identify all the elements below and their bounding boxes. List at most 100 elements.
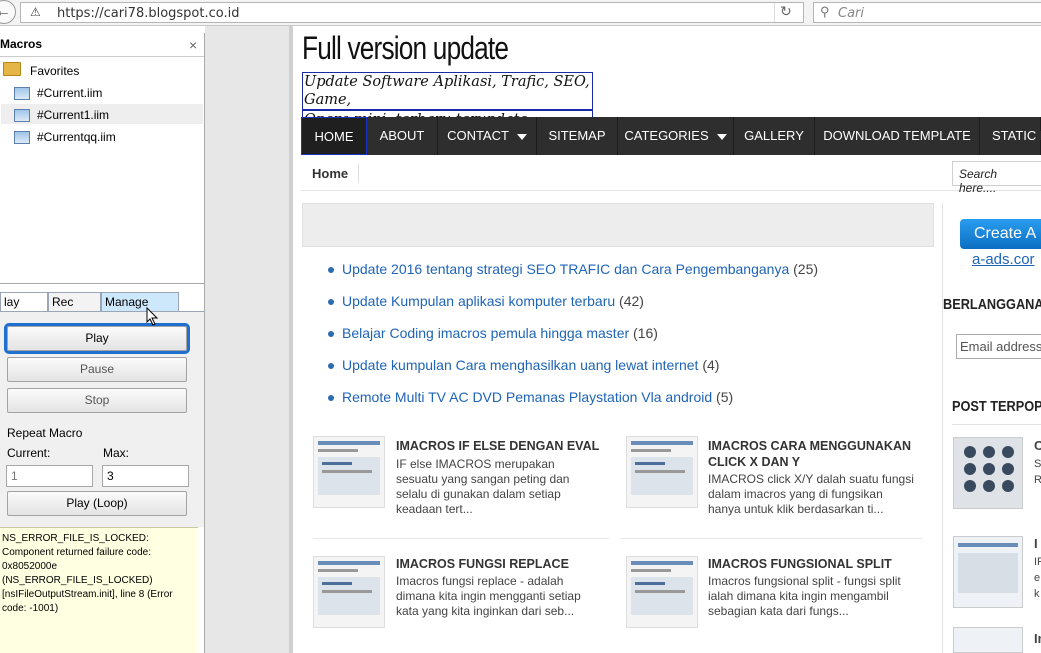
warning-lock-icon[interactable]: ⚠ — [30, 5, 41, 19]
label-count: (42) — [619, 293, 644, 309]
label-link-text[interactable]: Update 2016 tentang strategi SEO TRAFIC … — [342, 261, 789, 277]
nav-categories[interactable]: CATEGORIES — [618, 117, 734, 155]
search-icon: ⚲ — [820, 4, 830, 19]
url-text[interactable]: https://cari78.blogspot.co.id — [57, 6, 240, 21]
bullet-icon — [328, 395, 334, 401]
stop-button[interactable]: Stop — [7, 388, 187, 413]
tree-item-current[interactable]: #Current.iim — [37, 86, 102, 100]
tree-item-currentqq[interactable]: #Currentqq.iim — [37, 130, 116, 144]
nav-sitemap[interactable]: SITEMAP — [537, 117, 618, 155]
url-divider — [774, 3, 775, 22]
blog-description-line: Update Software Aplikasi, Trafic, SEO, G… — [302, 72, 593, 110]
column-divider — [942, 203, 943, 653]
blog-title[interactable]: Full version update — [302, 30, 509, 67]
popular-post-thumbnail[interactable] — [953, 437, 1023, 509]
popular-post-snippet: R — [1034, 474, 1041, 486]
breadcrumb-bar — [301, 159, 1041, 191]
popular-post-snippet: k — [1034, 588, 1040, 600]
mouse-cursor-icon — [146, 307, 159, 326]
post-title[interactable]: IMACROS FUNGSIONAL SPLIT — [708, 556, 928, 572]
tab-rec[interactable]: Rec — [48, 292, 101, 311]
macro-file-icon — [14, 131, 30, 144]
label-link[interactable]: Update kumpulan Cara menghasilkan uang l… — [342, 357, 719, 373]
post-divider — [313, 538, 609, 539]
bullet-icon — [328, 267, 334, 273]
current-field[interactable]: 1 — [6, 465, 93, 487]
page-gutter — [205, 26, 289, 653]
post-thumbnail[interactable] — [313, 436, 385, 508]
label-link-text[interactable]: Remote Multi TV AC DVD Pemanas Playstati… — [342, 389, 712, 405]
pause-button[interactable]: Pause — [7, 357, 187, 382]
popular-post-snippet: IF — [1034, 556, 1041, 568]
subscribe-heading: BERLANGGANAN — [943, 296, 1041, 313]
post-thumbnail[interactable] — [626, 556, 698, 628]
label-link-text[interactable]: Update Kumpulan aplikasi komputer terbar… — [342, 293, 615, 309]
post-snippet: IF else IMACROS merupakan sesuatu yang s… — [396, 457, 570, 516]
popular-post-thumbnail[interactable] — [953, 536, 1023, 608]
max-label: Max: — [103, 446, 130, 460]
folder-icon — [3, 62, 21, 76]
post-title[interactable]: IMACROS IF ELSE DENGAN EVAL — [396, 438, 606, 454]
post-thumbnail[interactable] — [626, 436, 698, 508]
label-link[interactable]: Update Kumpulan aplikasi komputer terbar… — [342, 293, 644, 309]
play-loop-button[interactable]: Play (Loop) — [7, 491, 187, 516]
tree-item-favorites[interactable]: Favorites — [30, 64, 79, 78]
caret-down-icon — [716, 133, 727, 140]
nav-contact[interactable]: CONTACT — [438, 117, 537, 155]
email-field[interactable]: Email address — [956, 334, 1041, 359]
post-title[interactable]: IMACROS FUNGSI REPLACE — [396, 556, 606, 572]
bullet-icon — [328, 299, 334, 305]
popular-post-title[interactable]: C — [1034, 438, 1041, 454]
max-field[interactable]: 3 — [102, 465, 189, 487]
aads-link[interactable]: a-ads.cor — [972, 251, 1035, 268]
popular-post-snippet: e — [1034, 572, 1041, 584]
site-search-input[interactable]: Search here.... — [952, 161, 1041, 195]
nav-home[interactable]: HOME — [301, 117, 367, 155]
current-label: Current: — [7, 446, 51, 460]
label-count: (5) — [716, 389, 734, 405]
close-icon[interactable]: × — [189, 37, 197, 53]
nav-download-template[interactable]: DOWNLOAD TEMPLATE — [815, 117, 980, 155]
label-link[interactable]: Update 2016 tentang strategi SEO TRAFIC … — [342, 261, 818, 277]
label-link[interactable]: Belajar Coding imacros pemula hingga mas… — [342, 325, 658, 341]
ad-placeholder — [302, 203, 934, 247]
reload-icon[interactable]: ↻ — [780, 3, 792, 20]
post-snippet: Imacros fungsional split - fungsi split … — [708, 574, 901, 618]
popular-divider — [952, 424, 1041, 425]
popular-post-title[interactable]: I — [1034, 536, 1038, 552]
popular-post-thumbnail[interactable] — [953, 627, 1023, 653]
caret-down-icon — [516, 133, 527, 140]
error-message: NS_ERROR_FILE_IS_LOCKED: Component retur… — [0, 527, 198, 653]
sidebar-divider — [0, 56, 204, 57]
label-link-text[interactable]: Update kumpulan Cara menghasilkan uang l… — [342, 357, 698, 373]
macro-file-icon — [14, 109, 30, 122]
label-link-text[interactable]: Belajar Coding imacros pemula hingga mas… — [342, 325, 629, 341]
post-thumbnail[interactable] — [313, 556, 385, 628]
tab-manage[interactable]: Manage — [101, 292, 179, 311]
popular-post-title[interactable]: Im — [1034, 631, 1041, 647]
post-title[interactable]: IMACROS CARA MENGGUNAKAN CLICK X DAN Y — [708, 438, 928, 470]
popular-post-snippet: S — [1034, 458, 1041, 470]
label-count: (16) — [633, 325, 658, 341]
post-divider — [620, 538, 922, 539]
nav-about[interactable]: ABOUT — [367, 117, 438, 155]
create-ad-button[interactable]: Create A — [960, 219, 1041, 249]
tab-play[interactable]: lay — [0, 292, 48, 311]
nav-static-page[interactable]: STATIC P — [980, 117, 1041, 155]
browser-search-placeholder[interactable]: Cari — [838, 6, 864, 21]
tree-item-current1[interactable]: #Current1.iim — [37, 108, 109, 122]
label-count: (25) — [793, 261, 819, 277]
label-link[interactable]: Remote Multi TV AC DVD Pemanas Playstati… — [342, 389, 733, 405]
macro-file-icon — [14, 87, 30, 100]
sidebar-title: Macros — [0, 37, 43, 51]
nav-gallery[interactable]: GALLERY — [734, 117, 815, 155]
tree-divider — [0, 283, 204, 284]
label-count: (4) — [702, 357, 720, 373]
play-button[interactable]: Play — [4, 323, 190, 354]
bullet-icon — [328, 331, 334, 337]
breadcrumb-divider — [358, 164, 359, 183]
nav-contact-label: CONTACT — [447, 128, 509, 143]
post-snippet: Imacros fungsi replace - adalah dimana k… — [396, 574, 581, 618]
breadcrumb[interactable]: Home — [312, 166, 348, 181]
popular-posts-heading: POST TERPOPU — [952, 398, 1041, 415]
